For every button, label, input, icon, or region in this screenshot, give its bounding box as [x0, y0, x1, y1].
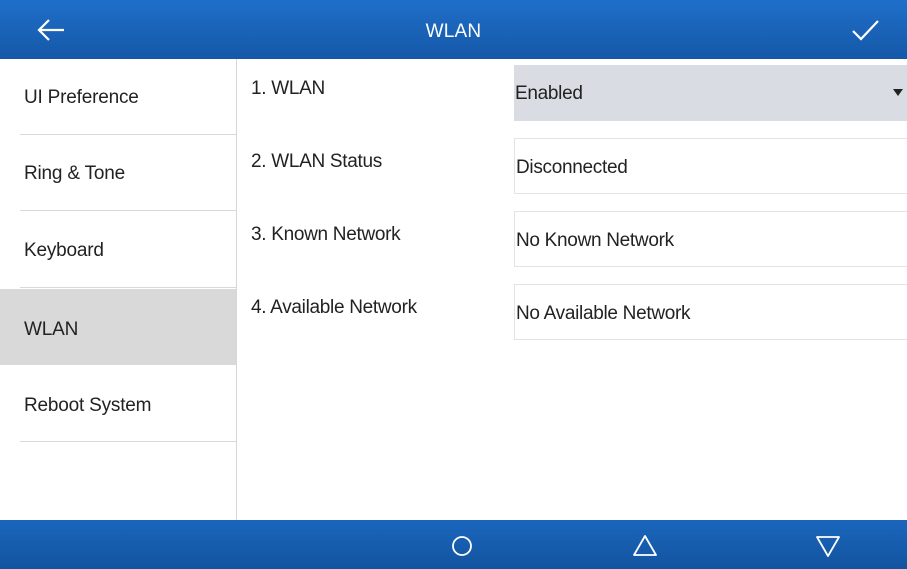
home-circle-icon[interactable] [442, 528, 482, 562]
checkmark-icon[interactable] [845, 14, 885, 46]
divider [20, 287, 236, 288]
header-bar: WLAN [0, 0, 907, 59]
setting-label: 1. WLAN [251, 78, 325, 99]
wlan-select-value: Enabled [515, 83, 583, 104]
divider [20, 210, 236, 211]
triangle-up-icon[interactable] [625, 528, 665, 562]
sidebar-item-label: UI Preference [24, 87, 139, 108]
sidebar-item-ui-preference[interactable]: UI Preference [0, 59, 236, 135]
dropdown-caret-icon [893, 89, 903, 96]
setting-row-wlan-status: 2. WLAN Status Disconnected [237, 132, 907, 194]
setting-label: 4. Available Network [251, 297, 417, 318]
known-network-value: No Known Network [516, 230, 674, 251]
triangle-down-icon[interactable] [808, 528, 848, 562]
page-title: WLAN [425, 21, 482, 42]
setting-row-wlan: 1. WLAN Enabled [237, 59, 907, 121]
sidebar-item-wlan[interactable]: WLAN [0, 289, 236, 365]
available-network-field[interactable]: No Available Network [514, 284, 907, 340]
sidebar: UI Preference Ring & Tone Keyboard WLAN … [0, 59, 237, 520]
screen: WLAN UI Preference Ring & Tone Keyboard … [0, 0, 907, 569]
sidebar-item-ring-tone[interactable]: Ring & Tone [0, 135, 236, 211]
sidebar-item-reboot-system[interactable]: Reboot System [0, 366, 236, 442]
wlan-select[interactable]: Enabled [514, 65, 907, 121]
setting-row-available-network: 4. Available Network No Available Networ… [237, 278, 907, 340]
wlan-status-field: Disconnected [514, 138, 907, 194]
sidebar-item-label: WLAN [24, 319, 79, 340]
bottom-nav-bar [0, 520, 907, 569]
sidebar-item-label: Reboot System [24, 395, 152, 416]
sidebar-item-keyboard[interactable]: Keyboard [0, 212, 236, 288]
sidebar-item-label: Keyboard [24, 240, 104, 261]
known-network-field[interactable]: No Known Network [514, 211, 907, 267]
sidebar-item-label: Ring & Tone [24, 163, 125, 184]
setting-label: 2. WLAN Status [251, 151, 382, 172]
divider [20, 441, 236, 442]
settings-panel: 1. WLAN Enabled 2. WLAN Status Disconnec… [237, 59, 907, 520]
setting-row-known-network: 3. Known Network No Known Network [237, 205, 907, 267]
setting-label: 3. Known Network [251, 224, 401, 245]
wlan-status-value: Disconnected [516, 157, 628, 178]
available-network-value: No Available Network [516, 303, 691, 324]
